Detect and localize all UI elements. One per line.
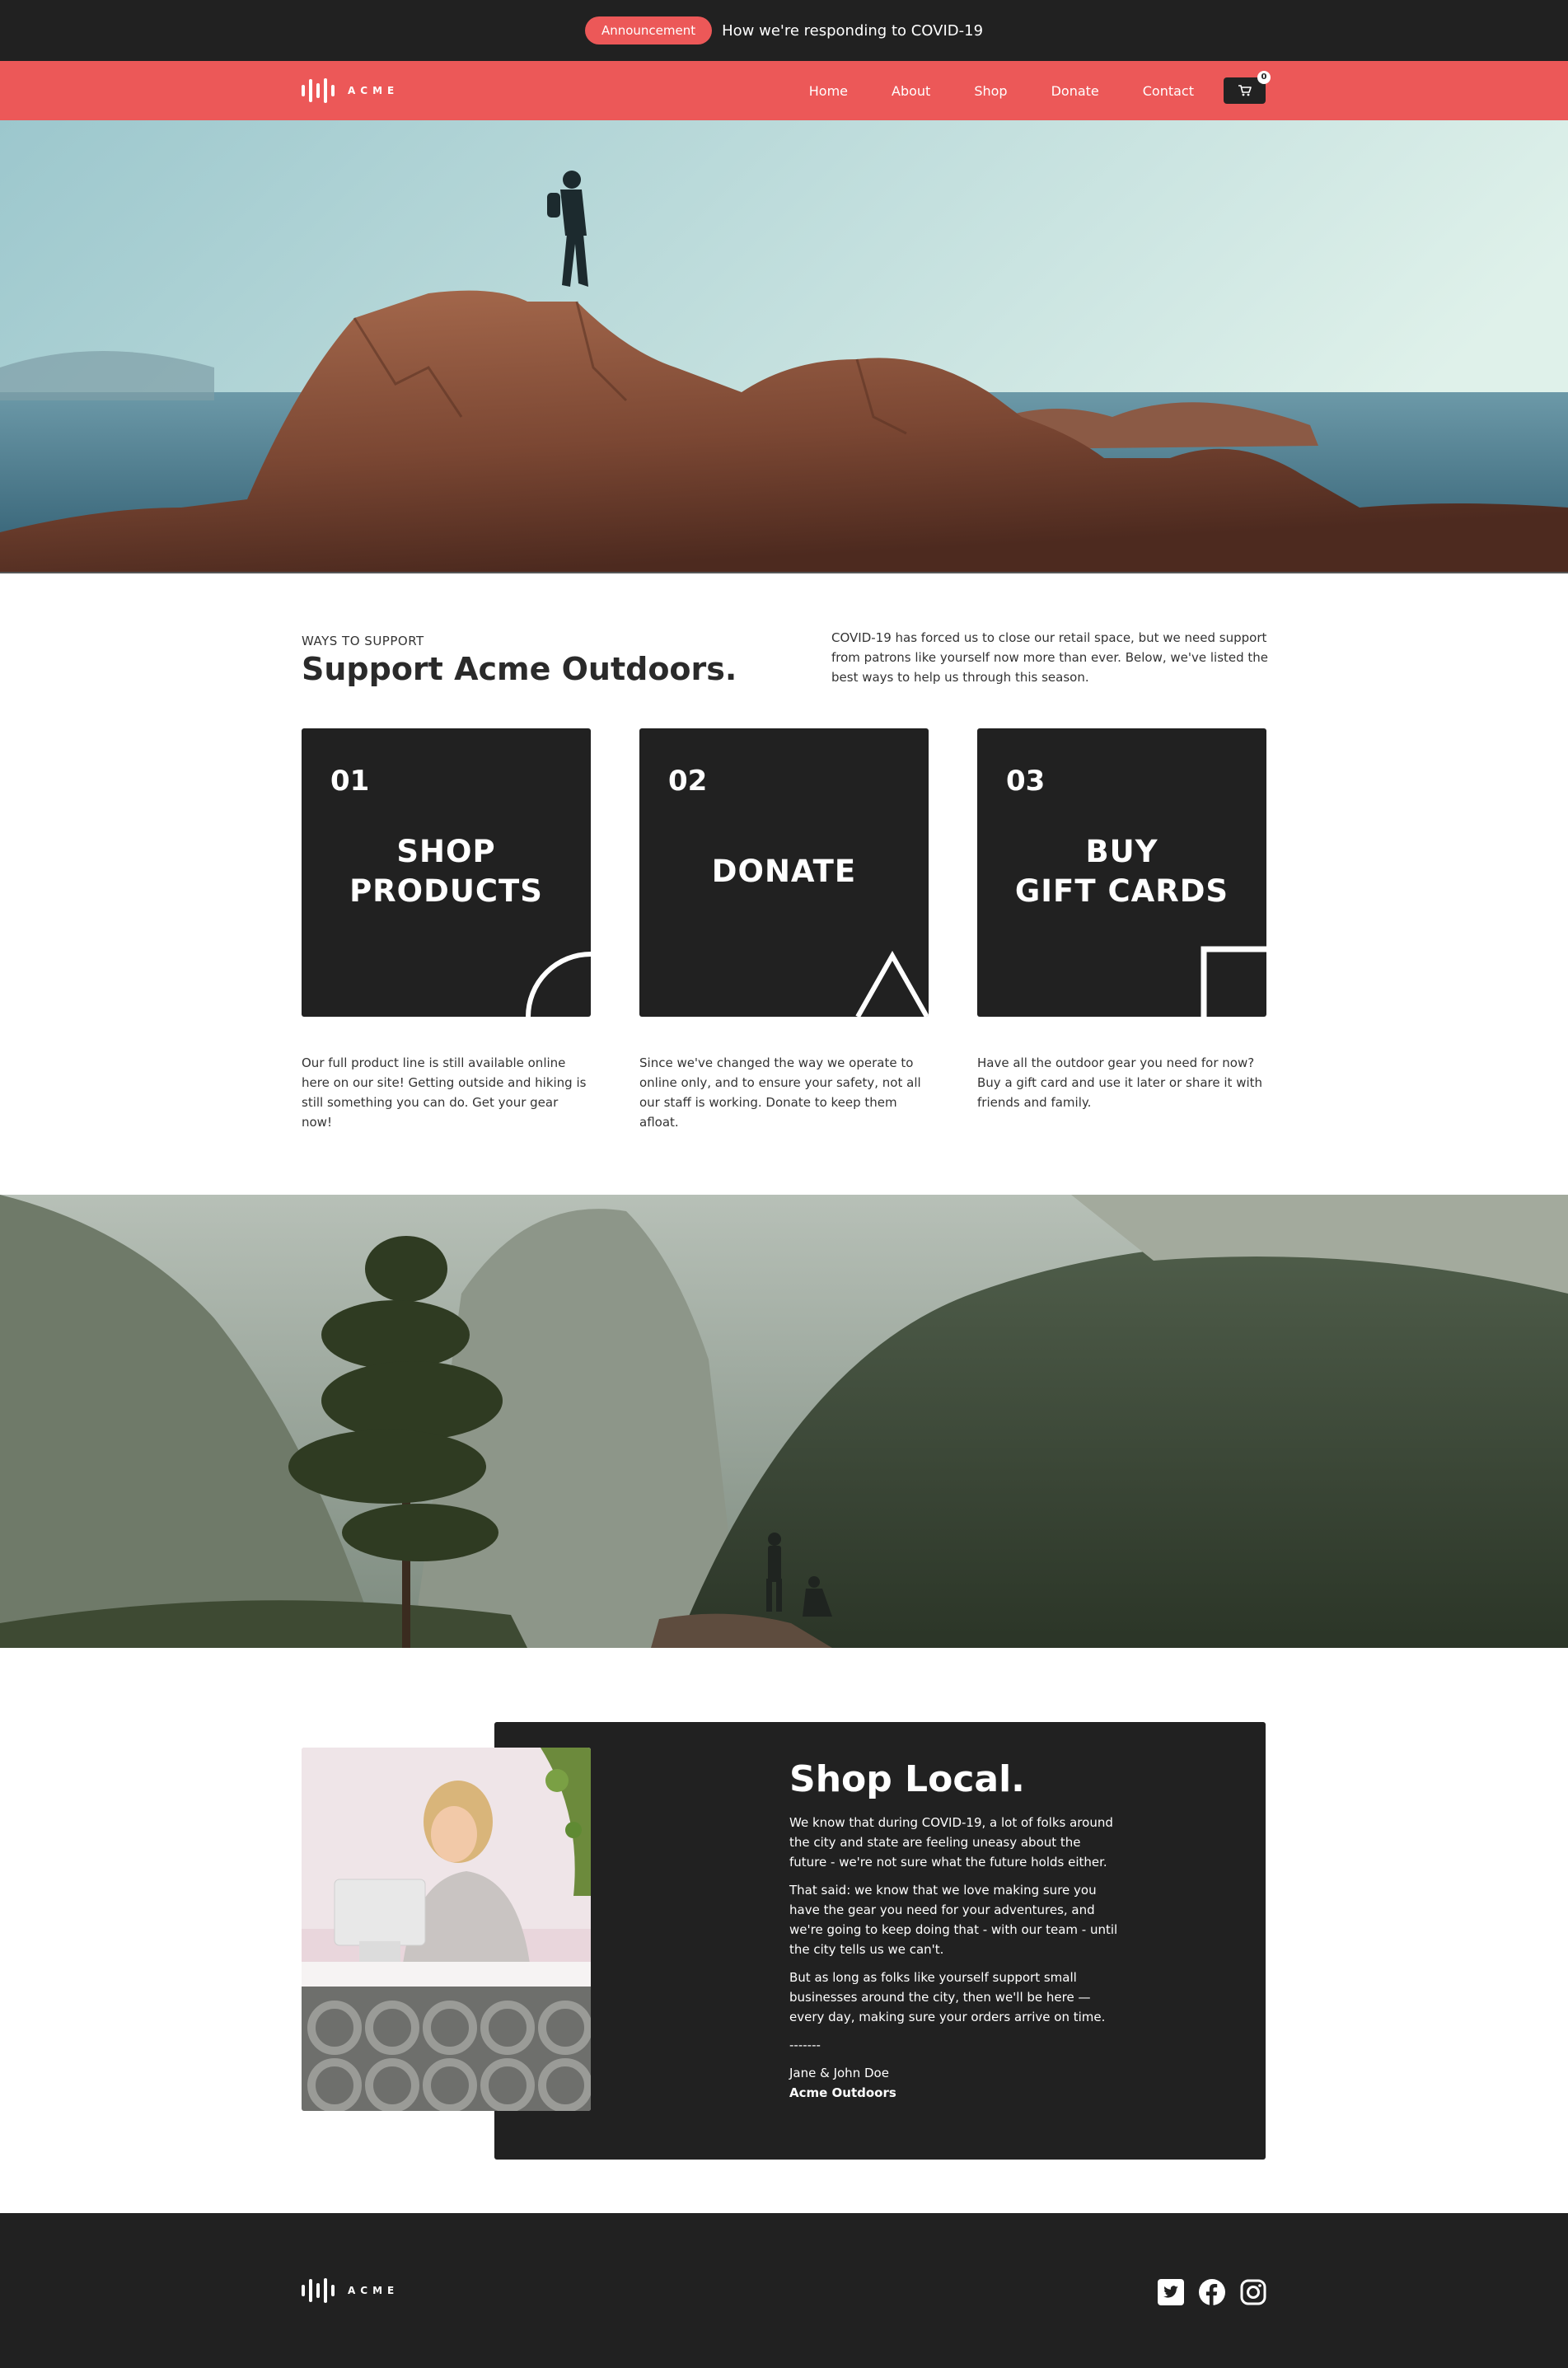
card-number: 01	[330, 765, 370, 798]
shop-owner-photo	[302, 1748, 591, 2111]
footer: ACME	[0, 2213, 1568, 2368]
hero-image	[0, 120, 1568, 573]
card-description: Have all the outdoor gear you need for n…	[977, 1055, 1263, 1110]
nav-link-contact[interactable]: Contact	[1143, 83, 1194, 99]
logo-mark-icon	[302, 2277, 335, 2304]
valley-image	[0, 1195, 1568, 1648]
announcement-bar: Announcement How we're responding to COV…	[0, 0, 1568, 61]
nav-link-shop[interactable]: Shop	[974, 83, 1007, 99]
square-icon	[1201, 946, 1266, 1017]
brand-name: ACME	[348, 85, 400, 96]
card-description: Our full product line is still available…	[302, 1055, 587, 1130]
facebook-icon[interactable]	[1199, 2279, 1225, 2305]
card-label: BUY GIFT CARDS	[1014, 834, 1229, 909]
card-description: Since we've changed the way we operate t…	[639, 1055, 921, 1130]
signature-company: Acme Outdoors	[789, 2085, 896, 2100]
main-navbar: ACME Home About Shop Donate Contact 0	[0, 61, 1568, 120]
triangle-icon	[855, 951, 929, 1017]
shopping-cart-icon	[1238, 85, 1252, 96]
announcement-message[interactable]: How we're responding to COVID-19	[722, 22, 983, 40]
signature-divider: -------	[789, 2038, 821, 2052]
card-number: 03	[1006, 765, 1046, 798]
shop-local-body: We know that during COVID-19, a lot of f…	[789, 1813, 1119, 2103]
social-links	[1158, 2279, 1266, 2305]
card-label: SHOP PRODUCTS	[349, 834, 543, 909]
nav-link-donate[interactable]: Donate	[1051, 83, 1099, 99]
signature-name: Jane & John Doe	[789, 2066, 889, 2080]
logo-mark-icon	[302, 77, 335, 104]
shop-local-paragraph: We know that during COVID-19, a lot of f…	[789, 1815, 1113, 1870]
instagram-icon[interactable]	[1240, 2279, 1266, 2305]
shop-local-paragraph: That said: we know that we love making s…	[789, 1883, 1118, 1957]
footer-logo[interactable]: ACME	[302, 2277, 399, 2304]
twitter-icon[interactable]	[1158, 2279, 1184, 2305]
quarter-circle-icon	[526, 952, 591, 1017]
section-title: Support Acme Outdoors.	[302, 651, 737, 687]
cart-button[interactable]: 0	[1224, 71, 1271, 104]
nav-links: Home About Shop Donate Contact 0	[809, 61, 1271, 120]
section-eyebrow: WAYS TO SUPPORT	[302, 634, 424, 648]
brand-logo[interactable]: ACME	[302, 77, 399, 104]
nav-link-home[interactable]: Home	[809, 83, 848, 99]
shop-local-title: Shop Local.	[789, 1758, 1025, 1800]
support-card-shop[interactable]: 01 SHOP PRODUCTS	[302, 728, 591, 1017]
announcement-badge[interactable]: Announcement	[584, 16, 713, 44]
support-card-gift-cards[interactable]: 03 BUY GIFT CARDS	[977, 728, 1266, 1017]
brand-name: ACME	[348, 2285, 400, 2296]
card-number: 02	[668, 765, 708, 798]
support-card-donate[interactable]: 02 DONATE	[639, 728, 929, 1017]
nav-link-about[interactable]: About	[892, 83, 930, 99]
card-label: DONATE	[711, 854, 857, 889]
cart-count-badge: 0	[1257, 71, 1271, 84]
shop-local-paragraph: But as long as folks like yourself suppo…	[789, 1970, 1106, 2024]
section-intro: COVID-19 has forced us to close our reta…	[831, 630, 1269, 685]
